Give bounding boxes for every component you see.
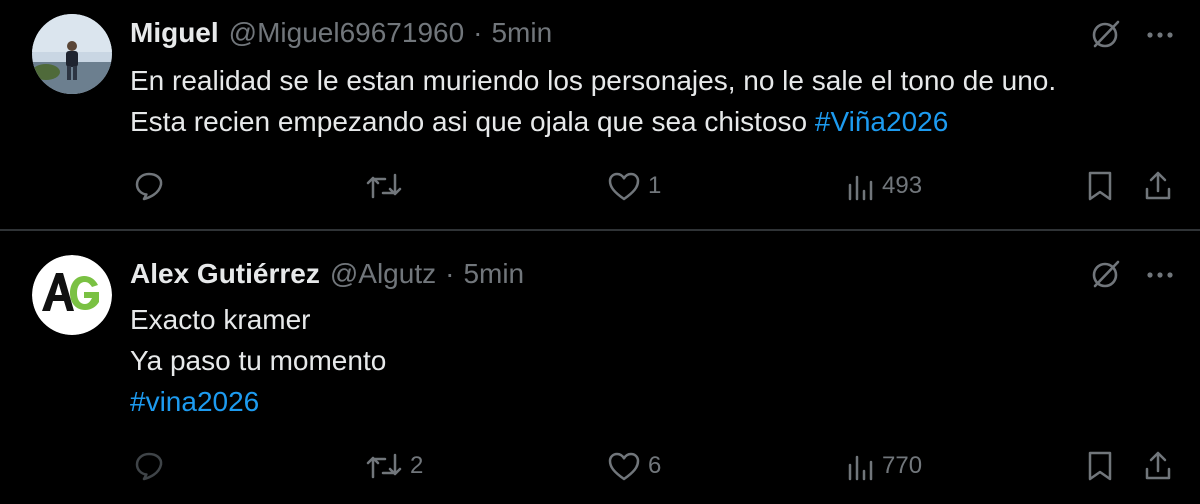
bookmark-icon xyxy=(1088,451,1112,481)
tweet-text: En realidad se le estan muriendo los per… xyxy=(130,60,1056,142)
repost-button[interactable] xyxy=(364,166,410,206)
repost-icon xyxy=(366,173,402,199)
hashtag-link[interactable]: #vina2026 xyxy=(130,386,259,417)
action-bar: 1 493 xyxy=(0,166,1200,206)
author-name[interactable]: Alex Gutiérrez xyxy=(130,258,320,290)
views-icon xyxy=(848,455,873,481)
tweet-header: Miguel @Miguel69671960 · 5min xyxy=(130,16,552,50)
like-button[interactable]: 1 xyxy=(606,166,661,206)
timestamp[interactable]: 5min xyxy=(463,258,524,290)
tweet-line-text: En realidad se le estan muriendo los per… xyxy=(130,65,1057,96)
reply-button[interactable] xyxy=(132,166,172,206)
like-button[interactable]: 6 xyxy=(606,446,661,486)
avatar-photo xyxy=(32,14,112,94)
grok-icon[interactable] xyxy=(1088,256,1124,292)
tweet-line-text: Esta recien empezando asi que ojala que … xyxy=(130,106,815,137)
avatar[interactable] xyxy=(32,255,112,335)
avatar[interactable] xyxy=(32,14,112,94)
avatar-logo xyxy=(32,255,112,335)
repost-count: 2 xyxy=(410,452,424,479)
like-icon xyxy=(608,452,640,481)
tweet-line-text: Ya paso tu momento xyxy=(130,345,387,376)
reply-icon xyxy=(135,452,163,481)
action-bar: 2 6 770 xyxy=(0,446,1200,486)
bookmark-button[interactable] xyxy=(1084,166,1116,206)
views-button[interactable]: 493 xyxy=(846,166,922,206)
views-count: 493 xyxy=(882,172,923,199)
like-count: 1 xyxy=(648,172,662,199)
author-name[interactable]: Miguel xyxy=(130,17,219,49)
bookmark-button[interactable] xyxy=(1084,446,1116,486)
tweet-line: Esta recien empezando asi que ojala que … xyxy=(130,101,1056,142)
timestamp[interactable]: 5min xyxy=(491,17,552,49)
reply-button[interactable] xyxy=(132,446,172,486)
author-handle[interactable]: @Algutz xyxy=(330,258,436,290)
share-icon xyxy=(1145,451,1171,480)
bookmark-icon xyxy=(1088,171,1112,201)
share-button[interactable] xyxy=(1142,446,1174,486)
more-icon[interactable] xyxy=(1142,16,1178,52)
tweet-line: Exacto kramer xyxy=(130,299,386,340)
author-handle[interactable]: @Miguel69671960 xyxy=(229,17,464,49)
tweet-line: En realidad se le estan muriendo los per… xyxy=(130,60,1056,101)
tweet-line: #vina2026 xyxy=(130,381,386,422)
like-icon xyxy=(608,172,640,201)
like-count: 6 xyxy=(648,452,662,479)
grok-icon[interactable] xyxy=(1088,16,1124,52)
tweet-header: Alex Gutiérrez @Algutz · 5min xyxy=(130,257,524,291)
separator: · xyxy=(473,17,483,48)
hashtag-link[interactable]: #Viña2026 xyxy=(815,106,948,137)
tweet[interactable]: Miguel @Miguel69671960 · 5min En realida… xyxy=(0,0,1200,229)
separator: · xyxy=(445,258,455,289)
more-icon[interactable] xyxy=(1142,256,1178,292)
tweet-line: Ya paso tu momento xyxy=(130,340,386,381)
repost-icon xyxy=(366,453,402,479)
tweet-line-text: Exacto kramer xyxy=(130,304,311,335)
views-button[interactable]: 770 xyxy=(846,446,922,486)
share-icon xyxy=(1145,171,1171,200)
views-icon xyxy=(848,175,873,201)
views-count: 770 xyxy=(882,452,923,479)
tweet-text: Exacto kramer Ya paso tu momento #vina20… xyxy=(130,299,386,422)
reply-icon xyxy=(135,172,163,201)
repost-button[interactable]: 2 xyxy=(364,446,423,486)
share-button[interactable] xyxy=(1142,166,1174,206)
